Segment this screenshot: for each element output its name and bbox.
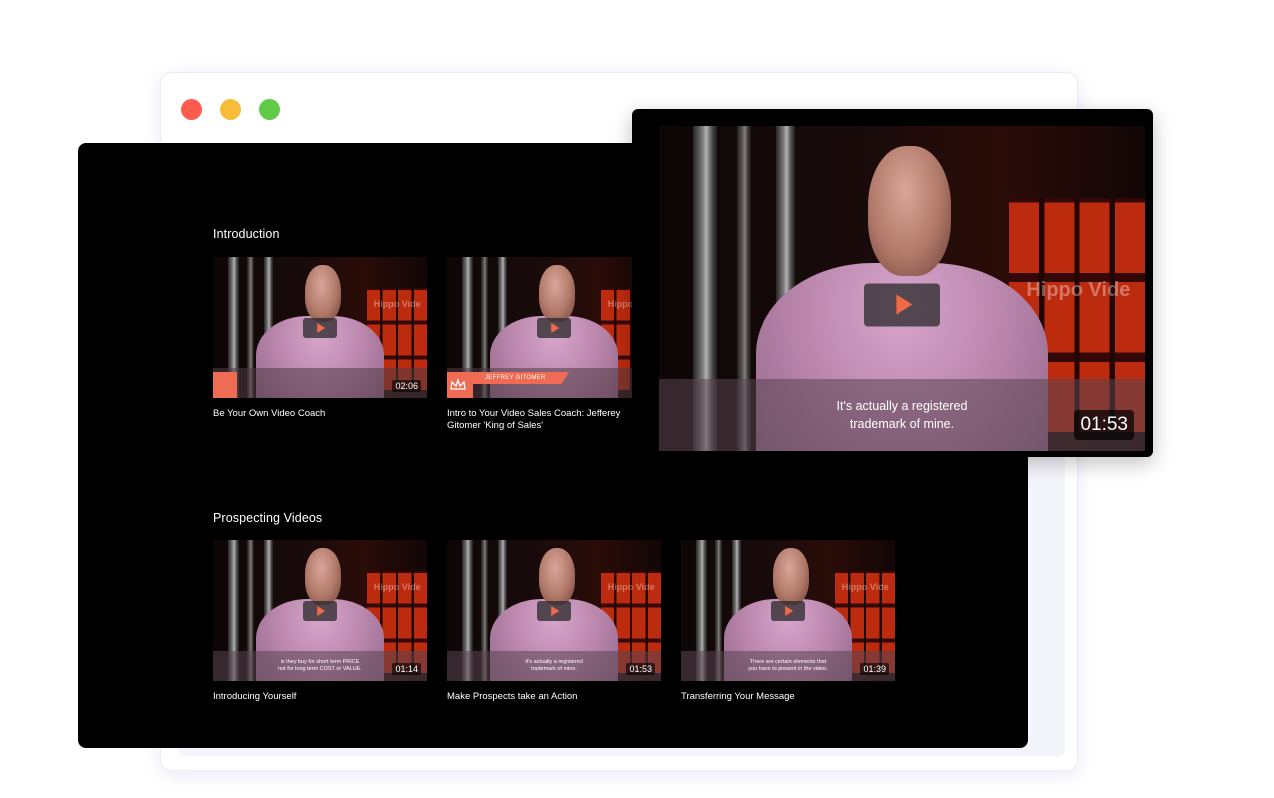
maximize-window-button[interactable] bbox=[259, 99, 280, 120]
caption-line: not for long term COST or VALUE. bbox=[278, 666, 362, 672]
speaker-name-tag: JEFFREY GITOMER bbox=[473, 372, 569, 384]
watermark: Hippo Vide bbox=[1026, 278, 1131, 301]
brand-block bbox=[447, 372, 473, 398]
brand-block bbox=[213, 372, 237, 398]
play-button[interactable] bbox=[864, 283, 940, 327]
video-title[interactable]: Introducing Yourself bbox=[213, 691, 403, 703]
play-icon bbox=[551, 322, 560, 333]
video-thumbnail[interactable]: Hippo Vide JEFFREY GITOMER bbox=[447, 257, 661, 398]
video-title[interactable]: Intro to Your Video Sales Coach: Jeffere… bbox=[447, 408, 637, 432]
watermark: Hippo Vide bbox=[373, 299, 421, 310]
minimize-window-button[interactable] bbox=[220, 99, 241, 120]
video-duration: 01:39 bbox=[860, 663, 889, 675]
video-preview-player[interactable]: Hippo Vide It's actually a registered tr… bbox=[632, 109, 1153, 457]
play-button[interactable] bbox=[771, 600, 805, 621]
video-card[interactable]: Hippo Vide 02:06 Be Your Own Video Coach bbox=[213, 257, 427, 420]
section-title-introduction: Introduction bbox=[213, 227, 280, 241]
play-button[interactable] bbox=[303, 600, 337, 621]
play-button[interactable] bbox=[537, 317, 571, 338]
caption-line: is they buy for short term PRICE bbox=[280, 659, 360, 665]
close-window-button[interactable] bbox=[181, 99, 202, 120]
caption-line: trademark of mine. bbox=[849, 417, 955, 431]
video-card[interactable]: Hippo Vide It's actually a registered tr… bbox=[447, 540, 661, 703]
caption-line: It's actually a registered bbox=[525, 659, 583, 665]
video-duration: 02:06 bbox=[392, 380, 421, 392]
caption-line: It's actually a registered bbox=[836, 399, 968, 413]
video-title[interactable]: Be Your Own Video Coach bbox=[213, 408, 403, 420]
play-button[interactable] bbox=[303, 317, 337, 338]
video-thumbnail[interactable]: Hippo Vide It's actually a registered tr… bbox=[447, 540, 661, 681]
preview-video[interactable]: Hippo Vide It's actually a registered tr… bbox=[659, 126, 1145, 451]
crown-icon bbox=[450, 378, 466, 390]
video-duration: 01:53 bbox=[1074, 410, 1134, 440]
subtitle-caption: It's actually a registered trademark of … bbox=[659, 379, 1145, 451]
section-title-prospecting: Prospecting Videos bbox=[213, 511, 323, 525]
video-title[interactable]: Transferring Your Message bbox=[681, 691, 871, 703]
video-duration: 01:53 bbox=[626, 663, 655, 675]
video-card[interactable]: Hippo Vide There are certain elements th… bbox=[681, 540, 895, 703]
caption-line: There are certain elements that bbox=[749, 659, 827, 665]
watermark: Hippo Vide bbox=[373, 582, 421, 593]
play-icon bbox=[896, 294, 913, 315]
play-icon bbox=[317, 605, 326, 616]
video-title[interactable]: Make Prospects take an Action bbox=[447, 691, 637, 703]
video-duration: 01:14 bbox=[392, 663, 421, 675]
video-thumbnail[interactable]: Hippo Vide is they buy for short term PR… bbox=[213, 540, 427, 681]
caption-line: you have to present in the video. bbox=[748, 666, 828, 672]
video-thumbnail[interactable]: Hippo Vide 02:06 bbox=[213, 257, 427, 398]
play-icon bbox=[551, 605, 560, 616]
caption-line: trademark of mine. bbox=[531, 666, 577, 672]
play-icon bbox=[317, 322, 326, 333]
play-icon bbox=[785, 605, 794, 616]
video-thumbnail[interactable]: Hippo Vide There are certain elements th… bbox=[681, 540, 895, 681]
video-card[interactable]: Hippo Vide is they buy for short term PR… bbox=[213, 540, 427, 703]
play-button[interactable] bbox=[537, 600, 571, 621]
video-card[interactable]: Hippo Vide JEFFREY GITOMER Intro to Your… bbox=[447, 257, 661, 432]
watermark: Hippo Vide bbox=[841, 582, 889, 593]
watermark: Hippo Vide bbox=[607, 582, 655, 593]
